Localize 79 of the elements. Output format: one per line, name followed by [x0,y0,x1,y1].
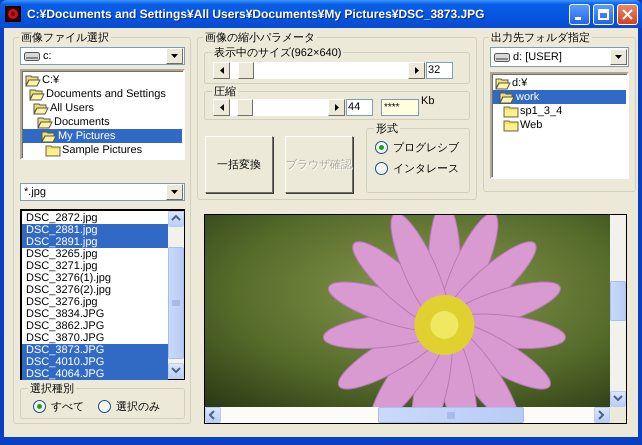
group-title: 出力先フォルダ指定 [490,30,591,45]
folder-icon [37,116,53,128]
scroll-thumb[interactable] [610,281,626,321]
group-title: 表示中のサイズ(962×640) [213,46,342,60]
app-icon [5,6,21,22]
drive-select[interactable]: c: [20,47,185,65]
file-item[interactable]: DSC_2891.jpg [22,236,168,248]
folder-icon [33,102,49,114]
radio-option[interactable]: インタレース [375,161,463,176]
maximize-button[interactable] [593,4,614,24]
group-title: 画像ファイル選択 [20,31,110,45]
folder-item[interactable]: work [493,90,626,104]
folder-item[interactable]: Sample Pictures [23,143,182,157]
folder-icon [495,76,511,90]
scroll-thumb[interactable] [168,247,184,359]
folder-icon [25,74,41,86]
drive-icon [494,52,510,62]
maximize-icon [598,8,609,20]
folder-icon [503,118,519,132]
compression-value-field[interactable]: 44 [346,99,373,116]
drive-select[interactable]: d: [USER] [490,47,629,67]
scroll-thumb[interactable] [378,407,524,423]
folder-item[interactable]: Web [493,118,626,132]
minimize-button[interactable] [569,4,590,24]
scroll-right-icon[interactable] [594,407,610,423]
size-value-field[interactable]: 32 [426,62,453,79]
folder-icon [503,104,519,118]
file-item[interactable]: DSC_3870.JPG [22,332,168,344]
file-item[interactable]: DSC_2872.jpg [22,212,168,224]
file-item[interactable]: DSC_3271.jpg [22,260,168,272]
file-item[interactable]: DSC_4010.JPG [22,356,168,368]
scrollbar-corner [610,407,626,423]
unit-label: Kb [421,95,434,107]
folder-item[interactable]: Documents and Settings [23,87,182,101]
group-title: 圧縮 [213,84,237,99]
folder-item[interactable]: Documents [23,115,182,129]
file-item[interactable]: DSC_4064.JPG [22,368,168,380]
group-title: 形式 [375,122,399,136]
folder-icon [29,88,45,100]
dropdown-icon[interactable] [166,184,183,200]
scroll-down-icon[interactable] [168,363,184,379]
file-item[interactable]: DSC_2881.jpg [22,224,168,236]
dropdown-icon[interactable] [166,48,183,64]
size-estimate-field: **** [381,99,419,116]
file-item[interactable]: DSC_3873.JPG [22,344,168,356]
folder-item[interactable]: C:¥ [23,73,182,87]
close-button[interactable] [617,4,638,24]
file-item[interactable]: DSC_3862.JPG [22,320,168,332]
file-item[interactable]: DSC_3276(1).jpg [22,272,168,284]
drive-icon [24,52,40,60]
file-item[interactable]: DSC_3834.JPG [22,308,168,320]
folder-item[interactable]: sp1_3_4 [493,104,626,118]
scroll-up-icon[interactable] [168,211,184,227]
radio-option[interactable]: 選択のみ [98,399,160,414]
dropdown-icon[interactable] [610,49,627,65]
slider[interactable] [213,62,425,79]
group-title: 選択種別 [29,382,75,396]
slider-thumb[interactable] [236,99,253,116]
scroll-down-icon[interactable] [610,391,626,407]
file-item[interactable]: DSC_3276.jpg [22,296,168,308]
filter-select[interactable]: *.jpg [20,183,185,201]
group-title: 画像の縮小パラメータ [204,30,316,45]
minimize-icon [574,16,580,20]
close-icon [622,8,633,20]
folder-icon [45,144,61,156]
folder-icon [499,90,515,104]
folder-item[interactable]: All Users [23,101,182,115]
action-button[interactable]: 一括変換 [205,136,273,193]
slider-thumb[interactable] [238,62,254,79]
scroll-left-icon[interactable] [205,407,221,423]
window-title: C:¥Documents and Settings¥All Users¥Documents¥My Pictures¥DSC_3873.JPG [27,7,486,21]
radio-option[interactable]: すべて [33,399,84,414]
slider[interactable] [213,99,345,116]
folder-icon [41,130,57,142]
folder-item[interactable]: d:¥ [493,76,626,90]
file-item[interactable]: DSC_3265.jpg [22,248,168,260]
folder-item[interactable]: My Pictures [23,129,182,143]
file-item[interactable]: DSC_3276(2).jpg [22,284,168,296]
radio-option[interactable]: プログレシブ [375,140,463,155]
